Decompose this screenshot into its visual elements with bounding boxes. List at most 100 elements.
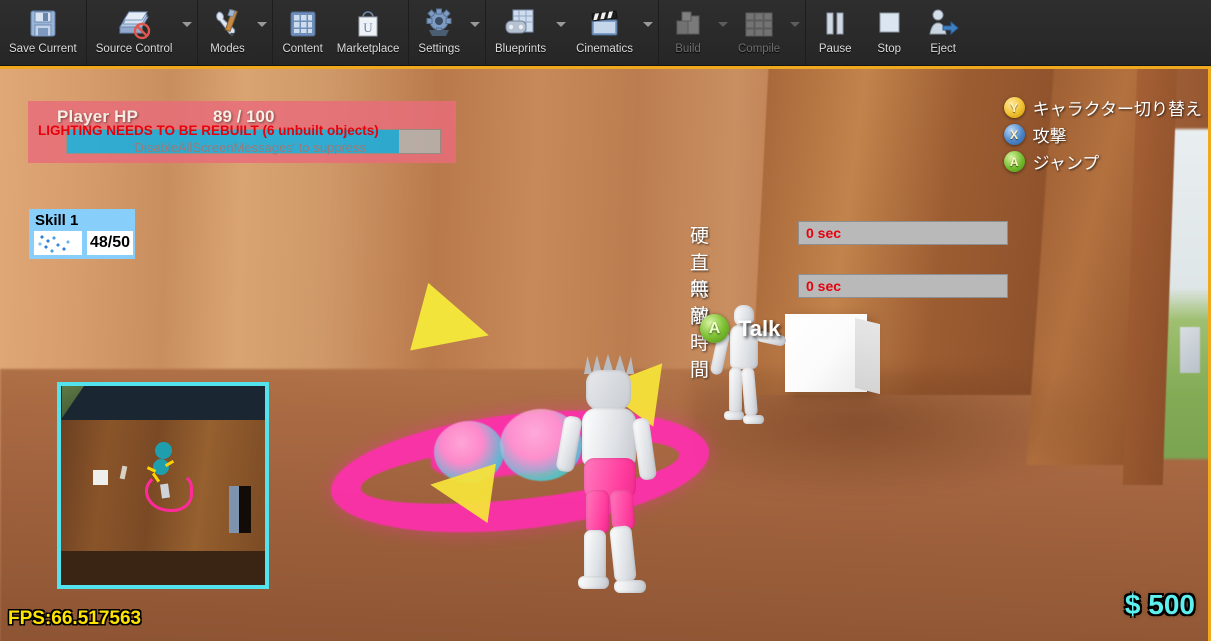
- toolbar-group-content: Content U Marketplace: [273, 0, 410, 65]
- toolbar-group-play-controls: Pause Stop Eject: [806, 0, 972, 65]
- minimap-sphere-marker: [153, 459, 169, 475]
- interact-prompt[interactable]: A Talk: [700, 314, 780, 343]
- invincible-timer-value: 0 sec: [806, 278, 842, 294]
- compile-dropdown[interactable]: [787, 2, 803, 64]
- marketplace-bag-icon: U: [351, 6, 385, 42]
- build-dropdown[interactable]: [715, 2, 731, 64]
- scene-cube-side: [855, 317, 880, 395]
- modes-button[interactable]: Modes: [200, 2, 254, 64]
- blueprints-dropdown[interactable]: [553, 2, 569, 64]
- gear-icon: [422, 6, 456, 42]
- gamepad-x-icon: X: [1003, 124, 1025, 145]
- lighting-warning-line2: 'DisableAllScreenMessages' to suppress: [131, 140, 367, 155]
- cinematics-label: Cinematics: [576, 42, 633, 55]
- player-mannequin: [555, 354, 670, 614]
- blueprints-button[interactable]: Blueprints: [488, 2, 553, 64]
- minimap-wall-marker: [229, 486, 251, 533]
- gamepad-action-list: Y キャラクター切り替え X 攻撃 A ジャンプ: [1003, 95, 1202, 176]
- compile-label: Compile: [738, 42, 781, 55]
- money-display: $ 500: [1124, 589, 1195, 620]
- gamepad-action-row: X 攻撃: [1003, 122, 1202, 147]
- gamepad-a-icon: A: [700, 314, 729, 343]
- stop-button[interactable]: Stop: [862, 2, 916, 64]
- lighting-warning-line1: LIGHTING NEEDS TO BE REBUILT (6 unbuilt …: [38, 123, 379, 138]
- content-button[interactable]: Content: [275, 2, 329, 64]
- build-button[interactable]: Build: [661, 2, 715, 64]
- toolbar-group-build-compile: Build Compile: [659, 0, 807, 65]
- chevron-down-icon: [643, 22, 653, 27]
- gamepad-action-label: キャラクター切り替え: [1032, 100, 1202, 120]
- fx-triangle: [426, 454, 496, 524]
- skill-1-panel[interactable]: Skill 1 48/50: [29, 209, 135, 259]
- gamepad-action-label: ジャンプ: [1032, 154, 1100, 174]
- compile-cubes-icon: [741, 6, 777, 42]
- source-control-dropdown[interactable]: [179, 2, 195, 64]
- content-grid-icon: [286, 6, 320, 42]
- svg-text:U: U: [363, 20, 373, 35]
- chevron-down-icon: [469, 22, 480, 27]
- settings-dropdown[interactable]: [467, 2, 483, 64]
- chevron-down-icon: [182, 22, 193, 27]
- blueprints-label: Blueprints: [494, 42, 547, 55]
- skill-1-title: Skill 1: [35, 212, 79, 229]
- skill-sparkle-icon: [34, 231, 82, 255]
- interact-prompt-label: Talk: [738, 315, 781, 341]
- toolbar-group-blueprints-cinematics: Blueprints Cinematics: [486, 0, 659, 65]
- stop-icon: [874, 6, 904, 42]
- editor-toolbar: Save Current Source Control Modes Conten…: [0, 0, 1211, 66]
- content-label: Content: [282, 42, 323, 55]
- chevron-down-icon: [790, 22, 801, 27]
- invincible-timer-bar: 0 sec: [798, 274, 1008, 298]
- source-control-button[interactable]: Source Control: [89, 2, 180, 64]
- gamepad-y-icon: Y: [1003, 97, 1025, 118]
- pause-icon: [820, 6, 850, 42]
- stagger-timer-value: 0 sec: [806, 225, 842, 241]
- chevron-down-icon: [556, 22, 567, 27]
- stagger-timer-bar: 0 sec: [798, 221, 1008, 245]
- chevron-down-icon: [257, 22, 268, 27]
- settings-button[interactable]: Settings: [411, 2, 467, 64]
- settings-label: Settings: [418, 42, 460, 55]
- eject-person-icon: [926, 6, 960, 42]
- save-current-button[interactable]: Save Current: [2, 2, 84, 64]
- eject-label: Eject: [930, 42, 956, 55]
- minimap-sphere-marker: [155, 442, 172, 459]
- lighting-warning: LIGHTING NEEDS TO BE REBUILT (6 unbuilt …: [38, 123, 438, 157]
- minimap-lower-area: [61, 551, 265, 585]
- toolbar-group-file: Save Current: [0, 0, 87, 65]
- unreal-editor-pie-window: Save Current Source Control Modes Conten…: [0, 0, 1211, 641]
- modes-label: Modes: [210, 42, 245, 55]
- wrench-pencil-icon: [210, 6, 244, 42]
- eject-button[interactable]: Eject: [916, 2, 970, 64]
- scene-outdoor-object: [1180, 327, 1200, 373]
- modes-dropdown[interactable]: [254, 2, 270, 64]
- toolbar-group-modes: Modes: [198, 0, 274, 65]
- fps-counter: FPS:66.517563: [8, 608, 142, 629]
- source-control-label: Source Control: [95, 42, 173, 55]
- minimap-cube-marker: [93, 470, 108, 485]
- build-blocks-icon: [671, 6, 705, 42]
- chevron-down-icon: [718, 22, 728, 27]
- gamepad-action-row: A ジャンプ: [1003, 149, 1202, 174]
- toolbar-group-settings: Settings: [409, 0, 486, 65]
- floppy-disk-icon: [26, 6, 60, 42]
- minimap-sky: [61, 386, 265, 420]
- pause-button[interactable]: Pause: [808, 2, 862, 64]
- marketplace-button[interactable]: U Marketplace: [330, 2, 407, 64]
- pause-label: Pause: [818, 42, 852, 55]
- cinematics-button[interactable]: Cinematics: [569, 2, 640, 64]
- build-label: Build: [675, 42, 701, 55]
- clapperboard-icon: [587, 6, 623, 42]
- stop-label: Stop: [877, 42, 902, 55]
- cinematics-dropdown[interactable]: [640, 2, 656, 64]
- compile-button[interactable]: Compile: [731, 2, 787, 64]
- marketplace-label: Marketplace: [336, 42, 400, 55]
- toolbar-group-source-control: Source Control: [87, 0, 199, 65]
- minimap[interactable]: [57, 382, 269, 589]
- gamepad-action-row: Y キャラクター切り替え: [1003, 95, 1202, 120]
- source-control-icon: [114, 6, 154, 42]
- save-current-label: Save Current: [9, 42, 77, 55]
- game-viewport[interactable]: Player HP 89 / 100 LIGHTING NEEDS TO BE …: [0, 66, 1211, 641]
- skill-1-count: 48/50: [87, 231, 133, 255]
- gamepad-a-icon: A: [1003, 151, 1025, 172]
